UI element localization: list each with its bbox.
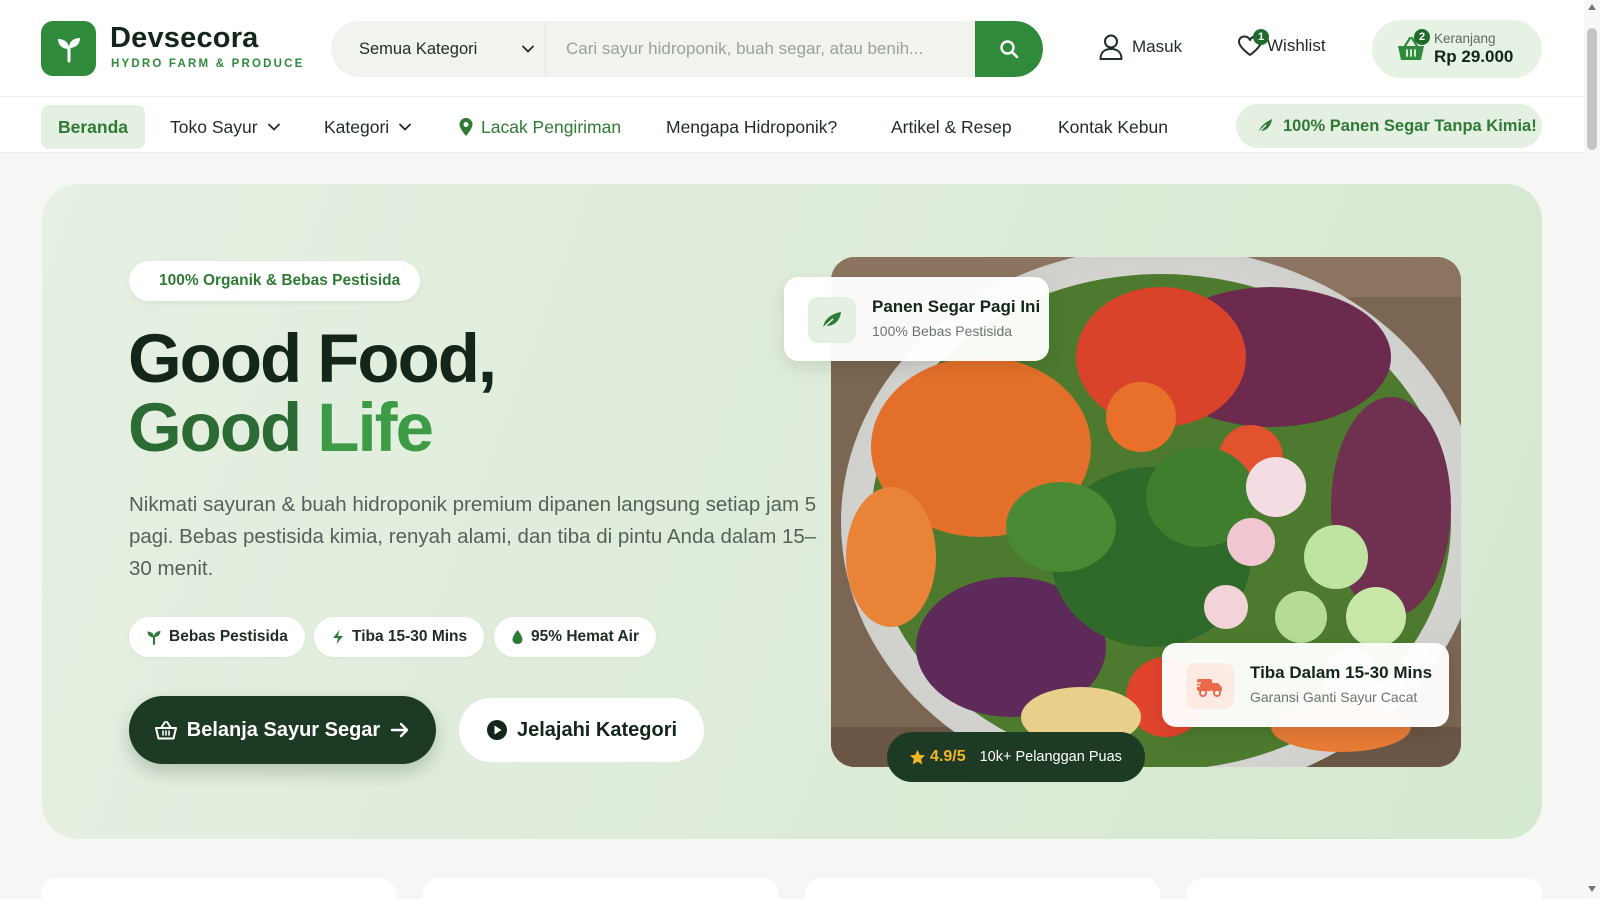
hero-title-word-good: Good xyxy=(128,389,302,466)
chevron-down-icon xyxy=(399,123,412,131)
wishlist-count-badge: 1 xyxy=(1253,29,1269,45)
nav-item-mengapa-hidroponik[interactable]: Mengapa Hidroponik? xyxy=(666,105,837,149)
page-scrollbar[interactable] xyxy=(1584,0,1600,899)
category-select[interactable]: Semua Kategori xyxy=(331,21,546,77)
feature-chip-delivery-time: Tiba 15-30 Mins xyxy=(314,617,485,657)
brand-tagline: HYDRO FARM & PRODUCE xyxy=(111,58,305,70)
shop-fresh-vegetables-button[interactable]: Belanja Sayur Segar xyxy=(129,696,436,764)
harvest-card-title: Panen Segar Pagi Ini xyxy=(872,297,1041,316)
harvest-card-subtitle: 100% Bebas Pestisida xyxy=(872,323,1013,339)
delivery-truck-icon xyxy=(1186,663,1234,709)
nav-item-artikel-resep[interactable]: Artikel & Resep xyxy=(891,105,1012,149)
login-link[interactable]: Masuk xyxy=(1098,33,1182,61)
scrollbar-thumb[interactable] xyxy=(1587,28,1597,150)
search-icon xyxy=(1000,40,1019,59)
nav-item-beranda[interactable]: Beranda xyxy=(41,105,146,149)
cart-button[interactable]: 2 Keranjang Rp 29.000 xyxy=(1372,20,1542,78)
main-nav: Beranda Toko Sayur Kategori Lacak Pengir… xyxy=(0,97,1584,153)
hero-title-line2: Good Life xyxy=(128,393,434,462)
feature-chip-label: 95% Hemat Air xyxy=(531,628,639,645)
hero-title-line1: Good Food, xyxy=(128,320,497,397)
chevron-down-icon xyxy=(522,45,534,53)
harvest-info-card: Panen Segar Pagi Ini 100% Bebas Pestisid… xyxy=(784,277,1049,361)
explore-categories-button[interactable]: Jelajahi Kategori xyxy=(459,698,704,762)
delivery-info-card: Tiba Dalam 15-30 Mins Garansi Ganti Sayu… xyxy=(1162,643,1449,727)
sprout-icon xyxy=(147,631,161,645)
feature-chip-label: Bebas Pestisida xyxy=(169,628,288,645)
leaf-icon xyxy=(1257,119,1272,134)
nav-item-label: Toko Sayur xyxy=(170,116,258,137)
category-card[interactable] xyxy=(805,878,1160,899)
category-card[interactable] xyxy=(41,878,396,899)
category-card[interactable] xyxy=(423,878,778,899)
water-drop-icon xyxy=(512,630,523,644)
hero-section: 100% Organik & Bebas Pestisida Good Food… xyxy=(42,184,1542,839)
leaf-icon xyxy=(808,297,856,343)
cart-label: Keranjang xyxy=(1434,31,1496,46)
nav-item-label: Kategori xyxy=(324,116,390,137)
feature-chip-pesticide-free: Bebas Pestisida xyxy=(129,617,305,657)
lightning-icon xyxy=(333,630,343,644)
nav-item-toko-sayur[interactable]: Toko Sayur xyxy=(170,105,281,149)
site-header: Devsecora HYDRO FARM & PRODUCE Semua Kat… xyxy=(0,0,1584,97)
promo-text: 100% Panen Segar Tanpa Kimia! xyxy=(1283,116,1537,135)
organic-pill: 100% Organik & Bebas Pestisida xyxy=(129,261,421,301)
feature-chip-label: Tiba 15-30 Mins xyxy=(352,628,468,645)
cart-count-badge: 2 xyxy=(1414,29,1430,45)
wishlist-link[interactable]: 1 Wishlist xyxy=(1237,29,1326,59)
hero-title-word-life: Life xyxy=(317,389,434,466)
nav-item-label: Lacak Pengiriman xyxy=(481,116,622,137)
rating-badge: 4.9/5 10k+ Pelanggan Puas xyxy=(887,732,1145,782)
chevron-down-icon xyxy=(267,123,280,131)
sprout-icon[interactable] xyxy=(41,21,96,76)
basket-icon xyxy=(154,721,177,740)
star-icon xyxy=(909,749,926,764)
play-circle-icon xyxy=(486,720,507,740)
search-button[interactable] xyxy=(975,21,1043,77)
map-pin-icon xyxy=(459,118,473,136)
nav-item-kontak-kebun[interactable]: Kontak Kebun xyxy=(1058,105,1168,149)
shop-button-label: Belanja Sayur Segar xyxy=(186,718,381,741)
rating-score: 4.9/5 xyxy=(930,748,966,765)
search-bar: Semua Kategori xyxy=(331,21,1043,77)
cart-amount: Rp 29.000 xyxy=(1434,47,1514,66)
feature-chip-water-saving: 95% Hemat Air xyxy=(494,617,656,657)
explore-button-label: Jelajahi Kategori xyxy=(516,718,678,741)
nav-item-lacak-pengiriman[interactable]: Lacak Pengiriman xyxy=(458,105,621,149)
scroll-down-arrow-icon[interactable] xyxy=(1588,886,1596,892)
rating-text: 10k+ Pelanggan Puas xyxy=(979,749,1122,765)
promo-banner: 100% Panen Segar Tanpa Kimia! xyxy=(1236,104,1542,148)
nav-item-kategori[interactable]: Kategori xyxy=(324,105,412,149)
arrow-right-icon xyxy=(391,722,409,738)
hero-description: Nikmati sayuran & buah hidroponik premiu… xyxy=(129,493,817,580)
wishlist-label: Wishlist xyxy=(1267,36,1326,55)
brand-name[interactable]: Devsecora xyxy=(110,22,259,55)
delivery-card-title: Tiba Dalam 15-30 Mins xyxy=(1250,663,1433,682)
login-label: Masuk xyxy=(1132,37,1183,56)
category-select-value: Semua Kategori xyxy=(359,39,478,58)
category-card[interactable] xyxy=(1187,878,1542,899)
delivery-card-subtitle: Garansi Ganti Sayur Cacat xyxy=(1250,689,1418,705)
search-input[interactable] xyxy=(546,21,975,77)
scroll-up-arrow-icon[interactable] xyxy=(1588,4,1596,10)
user-icon xyxy=(1099,34,1123,60)
